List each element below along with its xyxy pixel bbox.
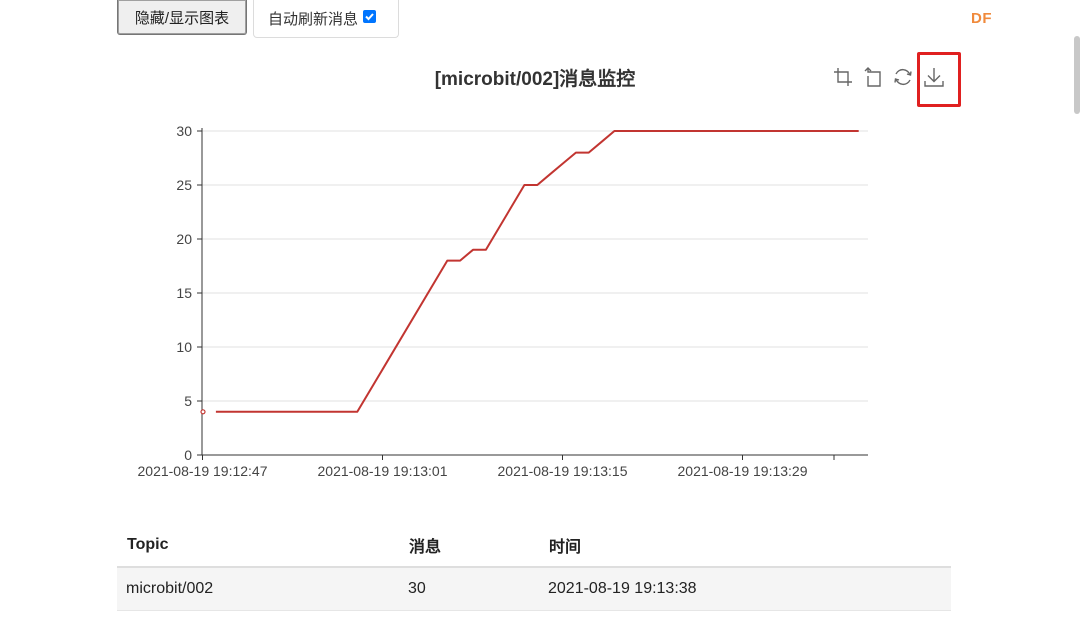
x-tick-label: 2021-08-19 19:12:47 — [138, 463, 268, 479]
cell-message: 30 — [399, 567, 539, 611]
y-tick-label: 10 — [176, 339, 192, 355]
y-tick-label: 25 — [176, 177, 192, 193]
message-table: Topic 消息 时间 microbit/002 30 2021-08-19 1… — [117, 524, 951, 611]
column-header-topic: Topic — [117, 524, 399, 568]
y-tick-label: 5 — [184, 393, 192, 409]
column-header-message: 消息 — [399, 524, 539, 568]
line-chart: 0 5 10 15 20 25 30 2021-08-19 19:12:47 2021-08-1… — [138, 123, 868, 479]
x-tick-label: 2021-08-19 19:13:15 — [498, 463, 628, 479]
y-tick-label: 30 — [176, 123, 192, 139]
y-tick-label: 20 — [176, 231, 192, 247]
data-point — [200, 409, 206, 415]
y-tick-label: 15 — [176, 285, 192, 301]
series-line — [215, 130, 859, 413]
column-header-time: 时间 — [539, 524, 951, 568]
x-tick-label: 2021-08-19 19:13:01 — [318, 463, 448, 479]
table-header-row: Topic 消息 时间 — [117, 524, 951, 568]
y-tick-label: 0 — [184, 447, 192, 463]
cell-time: 2021-08-19 19:13:38 — [539, 567, 951, 611]
table-row: microbit/002 30 2021-08-19 19:13:38 — [117, 567, 951, 611]
x-tick-label: 2021-08-19 19:13:29 — [678, 463, 808, 479]
cell-topic: microbit/002 — [117, 567, 399, 611]
